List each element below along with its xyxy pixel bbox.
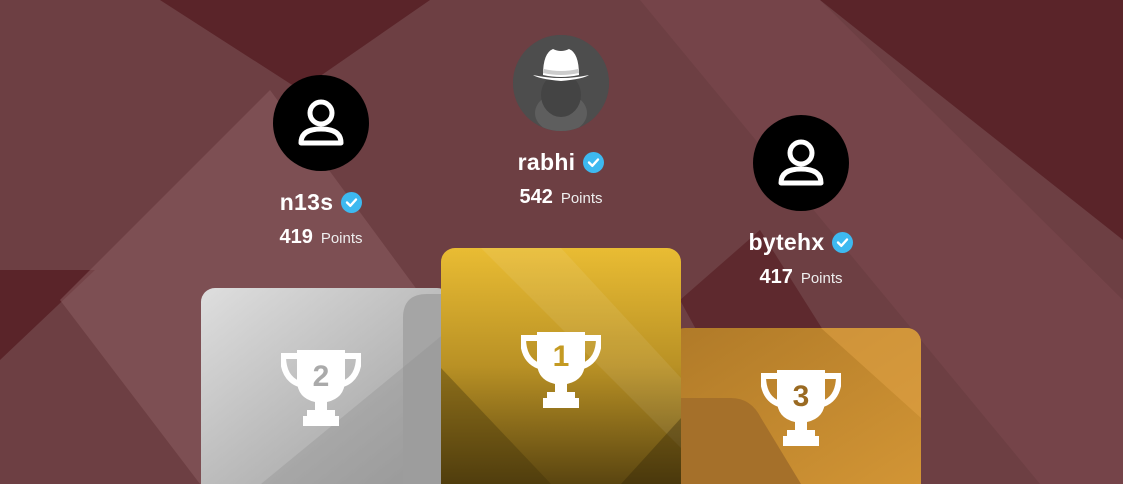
player-first[interactable]: rabhi 542 Points	[461, 35, 661, 209]
verified-badge-icon	[832, 232, 854, 253]
hat-avatar-icon	[513, 35, 609, 131]
points-value-first: 542	[519, 186, 553, 208]
verified-badge-icon	[583, 152, 605, 173]
user-icon	[298, 99, 344, 146]
avatar-first[interactable]	[513, 35, 609, 131]
podium-third: 3	[671, 328, 921, 484]
verified-badge-icon	[341, 192, 363, 213]
player-third[interactable]: bytehx 417 Points	[701, 115, 901, 289]
user-icon	[778, 139, 824, 186]
points-label-second: Points	[320, 230, 363, 247]
points-value-third: 417	[759, 266, 793, 288]
rank-number-second: 2	[312, 360, 330, 393]
points-value-second: 419	[279, 226, 313, 248]
leaderboard-podium: n13s 419 Points rabhi 542 Points bytehx …	[0, 0, 1123, 484]
podium-second: 2	[201, 288, 451, 484]
podium-first: 1	[441, 248, 681, 484]
points-label-first: Points	[560, 190, 603, 207]
player-name-third[interactable]: bytehx	[749, 229, 825, 256]
points-label-third: Points	[800, 270, 843, 287]
avatar-third[interactable]	[753, 115, 849, 211]
rank-number-first: 1	[552, 340, 570, 373]
avatar-second[interactable]	[273, 75, 369, 171]
player-second[interactable]: n13s 419 Points	[221, 75, 421, 249]
rank-number-third: 3	[792, 380, 810, 413]
player-name-second[interactable]: n13s	[280, 189, 334, 216]
player-name-first[interactable]: rabhi	[518, 149, 576, 176]
